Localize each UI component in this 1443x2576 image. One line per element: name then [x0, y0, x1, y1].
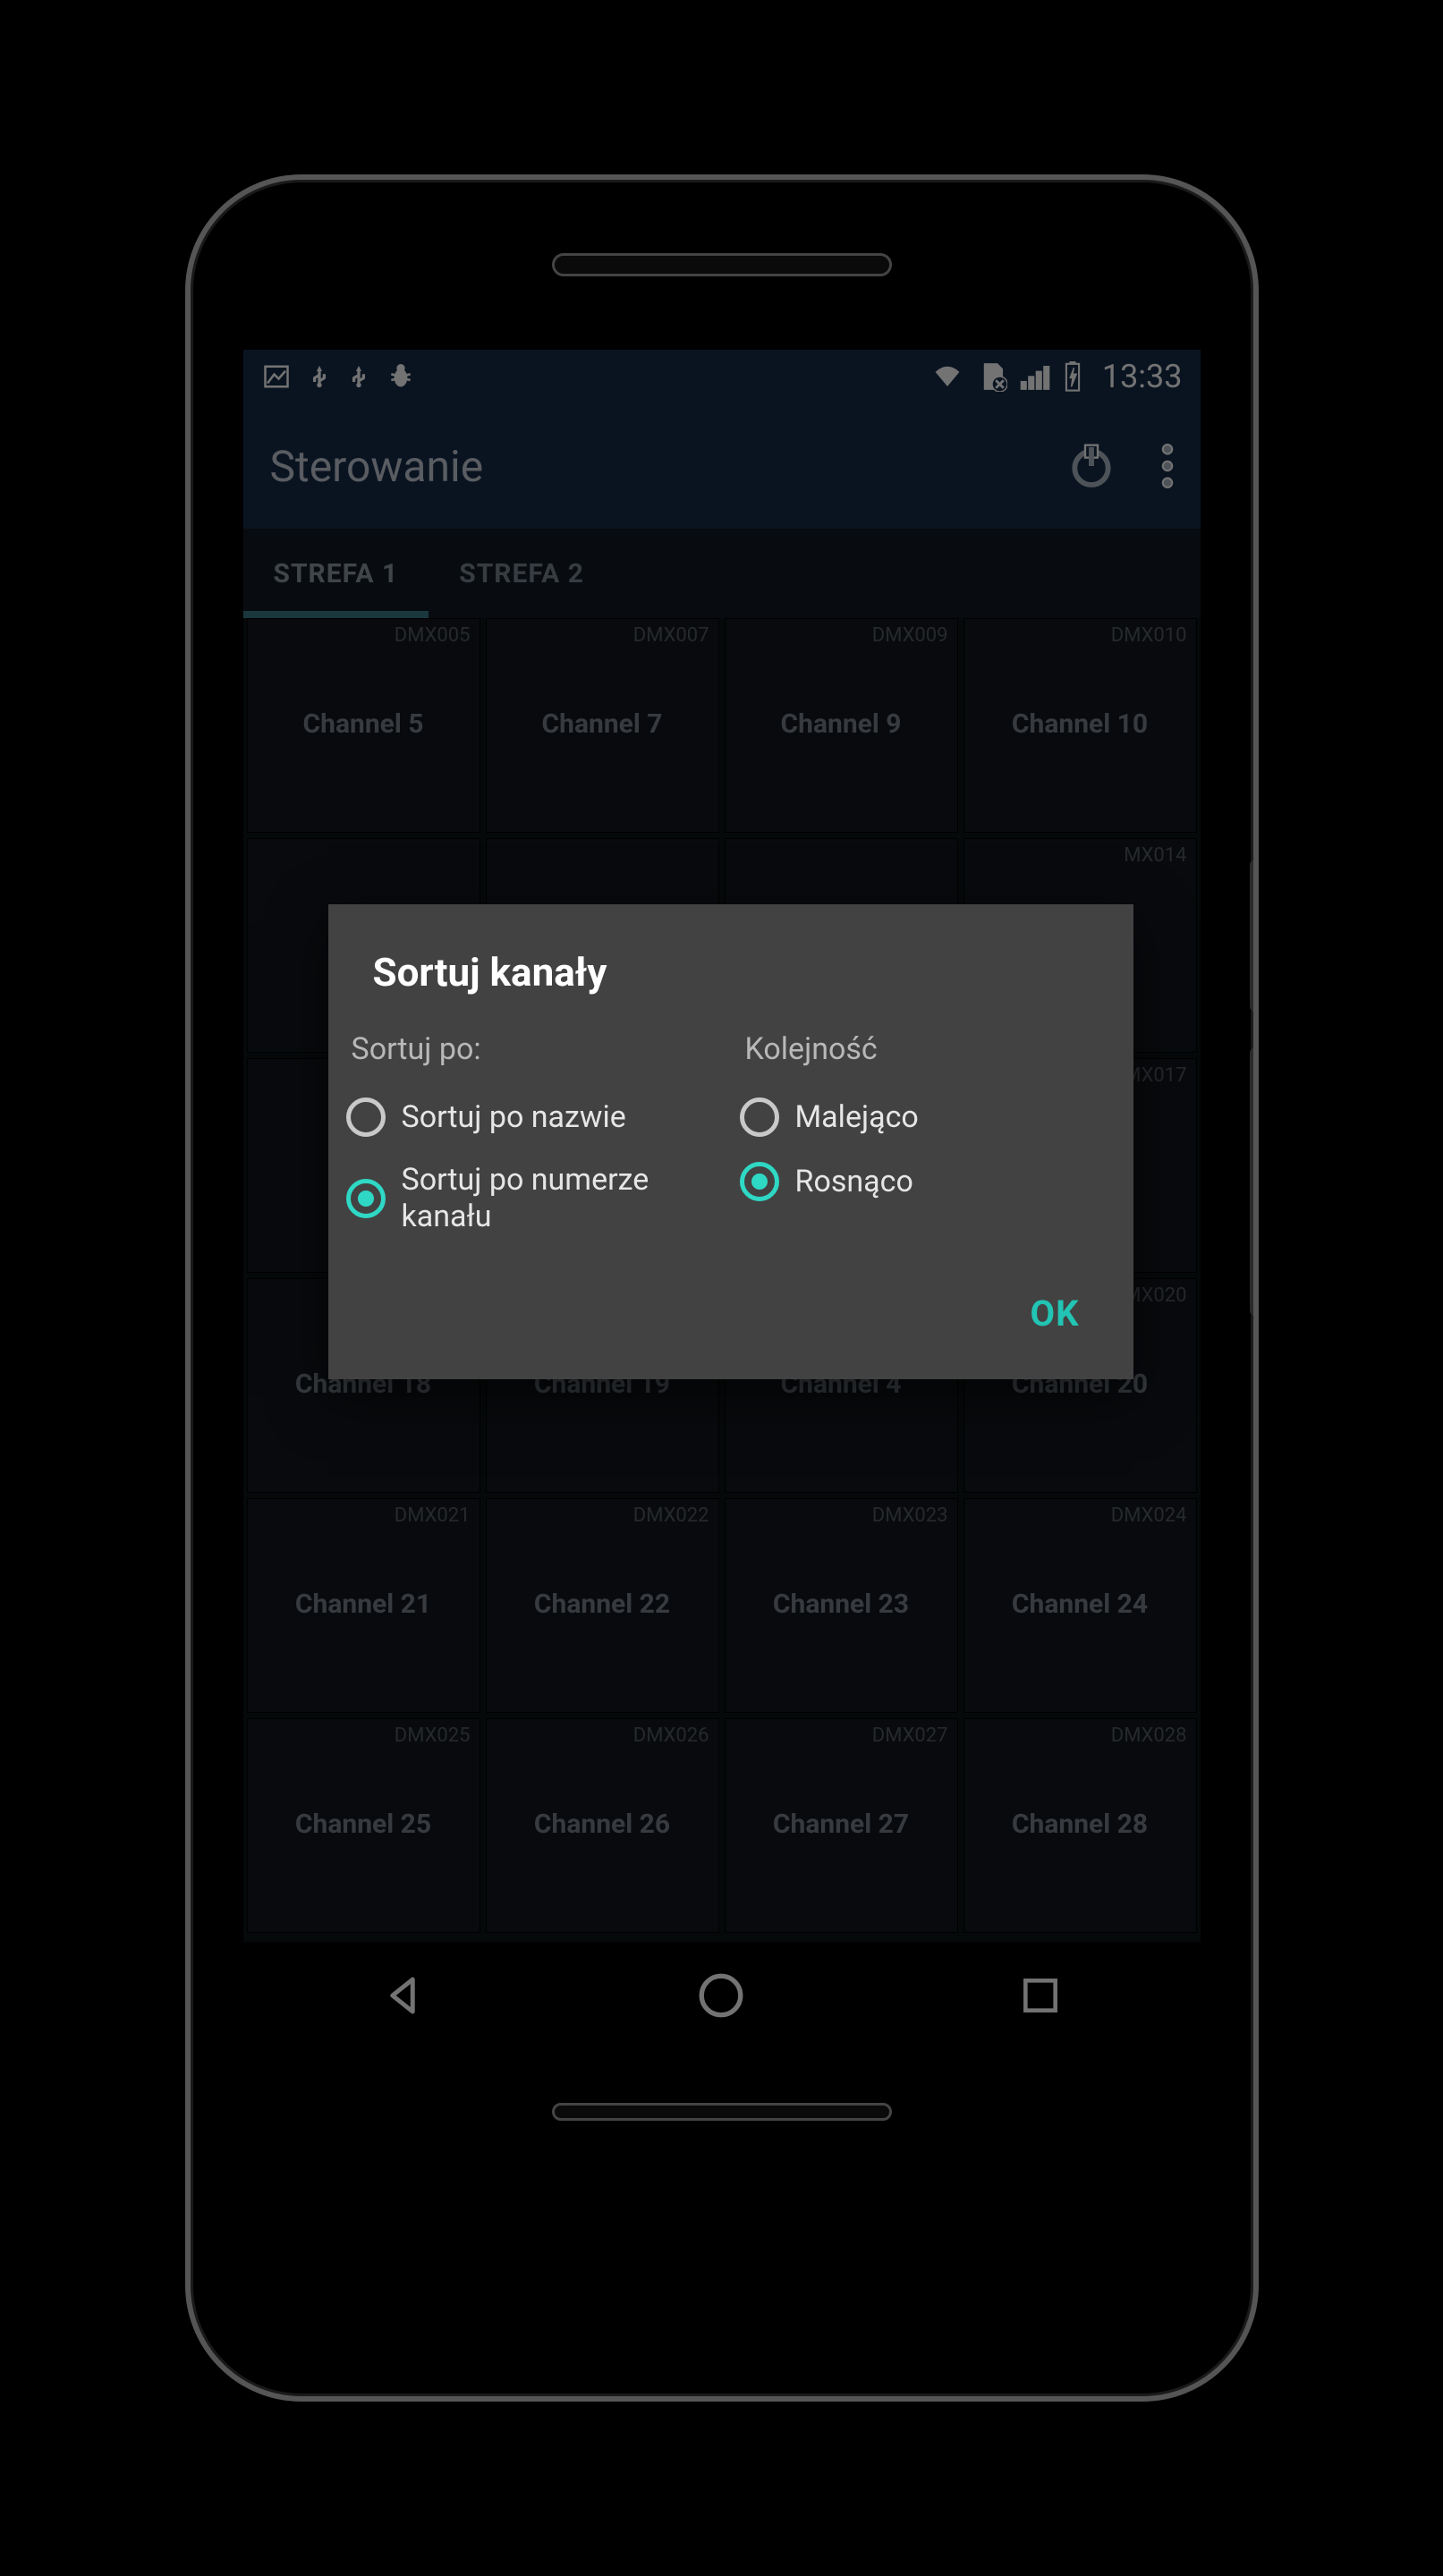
- ok-button[interactable]: OK: [1012, 1284, 1097, 1343]
- sort-by-column: Sortuj po: Sortuj po nazwie Sortuj po nu…: [337, 1022, 731, 1248]
- radio-icon: [740, 1097, 779, 1137]
- phone-bottom: [552, 2049, 892, 2174]
- radio-label: Malejąco: [795, 1099, 919, 1136]
- sort-dialog: Sortuj kanały Sortuj po: Sortuj po nazwi…: [328, 904, 1133, 1379]
- column-header: Sortuj po:: [346, 1022, 722, 1085]
- phone-speaker-bottom: [552, 2103, 892, 2121]
- order-column: Kolejność Malejąco Rosnąco: [731, 1022, 1125, 1248]
- screen: 13:33 Sterowanie STREFA 1 STREFA 2: [243, 350, 1201, 2049]
- phone-top: [552, 180, 892, 350]
- dialog-title: Sortuj kanały: [328, 904, 1133, 1022]
- dialog-actions: OK: [328, 1266, 1133, 1370]
- radio-icon: [346, 1097, 386, 1137]
- phone-speaker: [552, 253, 892, 276]
- radio-sort-by-name[interactable]: Sortuj po nazwie: [346, 1085, 722, 1149]
- column-header: Kolejność: [740, 1022, 1116, 1085]
- radio-sort-by-channel-number[interactable]: Sortuj po numerze kanału: [346, 1149, 722, 1248]
- dialog-body: Sortuj po: Sortuj po nazwie Sortuj po nu…: [328, 1022, 1133, 1266]
- radio-label: Rosnąco: [795, 1164, 913, 1200]
- radio-icon: [346, 1179, 386, 1218]
- phone-side-button: [1250, 860, 1259, 1012]
- radio-label: Sortuj po nazwie: [402, 1099, 626, 1136]
- phone-side-button: [1250, 1047, 1259, 1316]
- radio-icon: [740, 1162, 779, 1201]
- radio-label: Sortuj po numerze kanału: [402, 1162, 722, 1235]
- radio-order-descending[interactable]: Malejąco: [740, 1085, 1116, 1149]
- radio-order-ascending[interactable]: Rosnąco: [740, 1149, 1116, 1214]
- phone-frame: 13:33 Sterowanie STREFA 1 STREFA 2: [185, 174, 1259, 2402]
